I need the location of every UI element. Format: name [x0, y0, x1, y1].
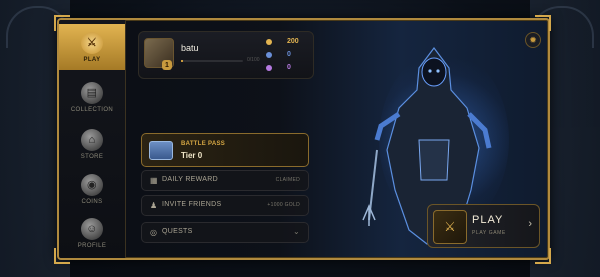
frame-corner-ornament — [54, 15, 70, 31]
invite-friends-reward: +1000 GOLD — [267, 202, 300, 208]
chevron-right-icon: › — [528, 218, 532, 230]
battle-pass-label: BATTLE PASS — [181, 141, 226, 147]
crossed-swords-icon: ⚔ — [81, 31, 103, 54]
calendar-icon: ▦ — [150, 176, 158, 185]
cards-icon: ▤ — [81, 81, 103, 104]
sidebar-item-label: STORE — [80, 153, 104, 160]
xp-progress-bar — [181, 60, 243, 62]
main-frame: ⚔ PLAY ▤ COLLECTION ⌂ STORE ◉ COINS ☺ PR… — [57, 18, 550, 260]
quests-row[interactable]: ◎ QUESTS ⌄ — [141, 222, 309, 243]
sidebar-item-coins[interactable]: ◉ COINS — [59, 166, 125, 212]
play-title: PLAY — [472, 214, 504, 226]
daily-reward-status: CLAIMED — [275, 177, 300, 183]
settings-gear-icon[interactable]: ✹ — [525, 32, 541, 48]
sidebar-item-label: PLAY — [83, 56, 101, 63]
quests-label: QUESTS — [162, 228, 193, 235]
friends-icon: ♟ — [150, 201, 158, 210]
sidebar-item-collection[interactable]: ▤ COLLECTION — [59, 74, 125, 120]
invite-friends-row[interactable]: ♟ INVITE FRIENDS +1000 GOLD — [141, 195, 309, 216]
frame-corner-ornament — [535, 15, 551, 31]
profile-card[interactable]: 1 batu 0/100 200 0 0 — [138, 31, 314, 79]
sidebar-item-store[interactable]: ⌂ STORE — [59, 121, 125, 167]
chevron-down-icon: ⌄ — [292, 227, 300, 236]
play-button[interactable]: ⚔ PLAY PLAY GAME › — [427, 204, 540, 248]
battle-pass-button[interactable]: BATTLE PASS Tier 0 — [141, 133, 309, 167]
frame-corner-ornament — [535, 248, 551, 264]
gold-value: 200 — [287, 38, 299, 45]
crossed-swords-icon: ⚔ — [433, 210, 467, 244]
sidebar-item-label: COLLECTION — [70, 106, 114, 113]
xp-text: 0/100 — [247, 57, 260, 63]
sidebar-item-label: COINS — [81, 198, 103, 205]
frame-corner-ornament — [54, 248, 70, 264]
username: batu — [181, 43, 199, 53]
level-badge: 1 — [162, 60, 172, 70]
sidebar-nav: ⚔ PLAY ▤ COLLECTION ⌂ STORE ◉ COINS ☺ PR… — [59, 20, 126, 258]
treasure-chest-icon — [149, 141, 173, 160]
shard-value: 0 — [287, 64, 291, 71]
battle-pass-tier: Tier 0 — [181, 151, 203, 160]
daily-reward-label: DAILY REWARD — [162, 176, 218, 183]
sidebar-item-label: PROFILE — [77, 242, 107, 249]
gem-value: 0 — [287, 51, 291, 58]
xp-progress-fill — [181, 60, 184, 62]
quest-target-icon: ◎ — [150, 228, 158, 237]
invite-friends-label: INVITE FRIENDS — [162, 201, 222, 208]
play-subtitle: PLAY GAME — [472, 230, 506, 236]
coins-icon: ◉ — [81, 173, 103, 196]
shard-icon — [266, 65, 272, 71]
daily-reward-row[interactable]: ▦ DAILY REWARD CLAIMED — [141, 170, 309, 191]
gem-icon — [266, 52, 272, 58]
gold-icon — [266, 39, 272, 45]
profile-icon: ☺ — [81, 217, 103, 240]
store-icon: ⌂ — [81, 128, 103, 151]
